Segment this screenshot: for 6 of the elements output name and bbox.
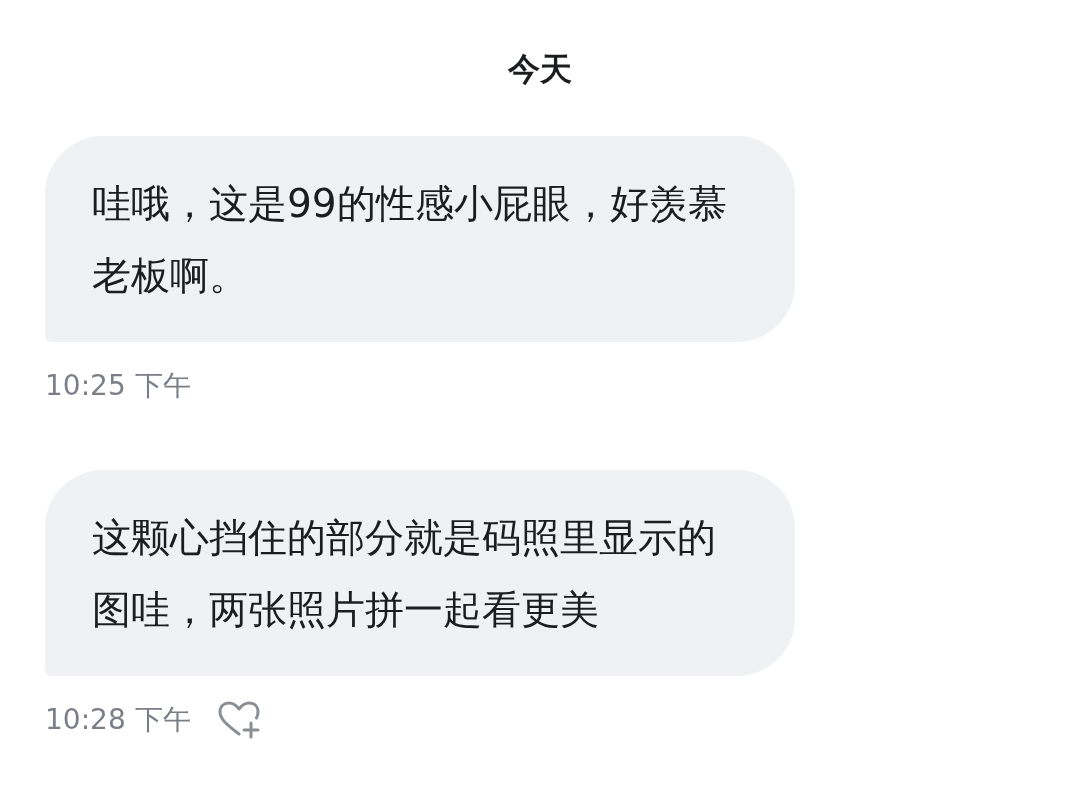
date-header: 今天	[507, 49, 573, 90]
heart-plus-icon[interactable]	[216, 701, 261, 739]
message-bubble: 这颗心挡住的部分就是码照里显示的图哇，两张照片拼一起看更美	[45, 470, 795, 676]
message-bubble: 哇哦，这是99的性感小屁眼，好羡慕老板啊。	[45, 136, 795, 342]
message-time: 10:28 下午	[45, 702, 191, 738]
message-time: 10:25 下午	[45, 368, 191, 404]
